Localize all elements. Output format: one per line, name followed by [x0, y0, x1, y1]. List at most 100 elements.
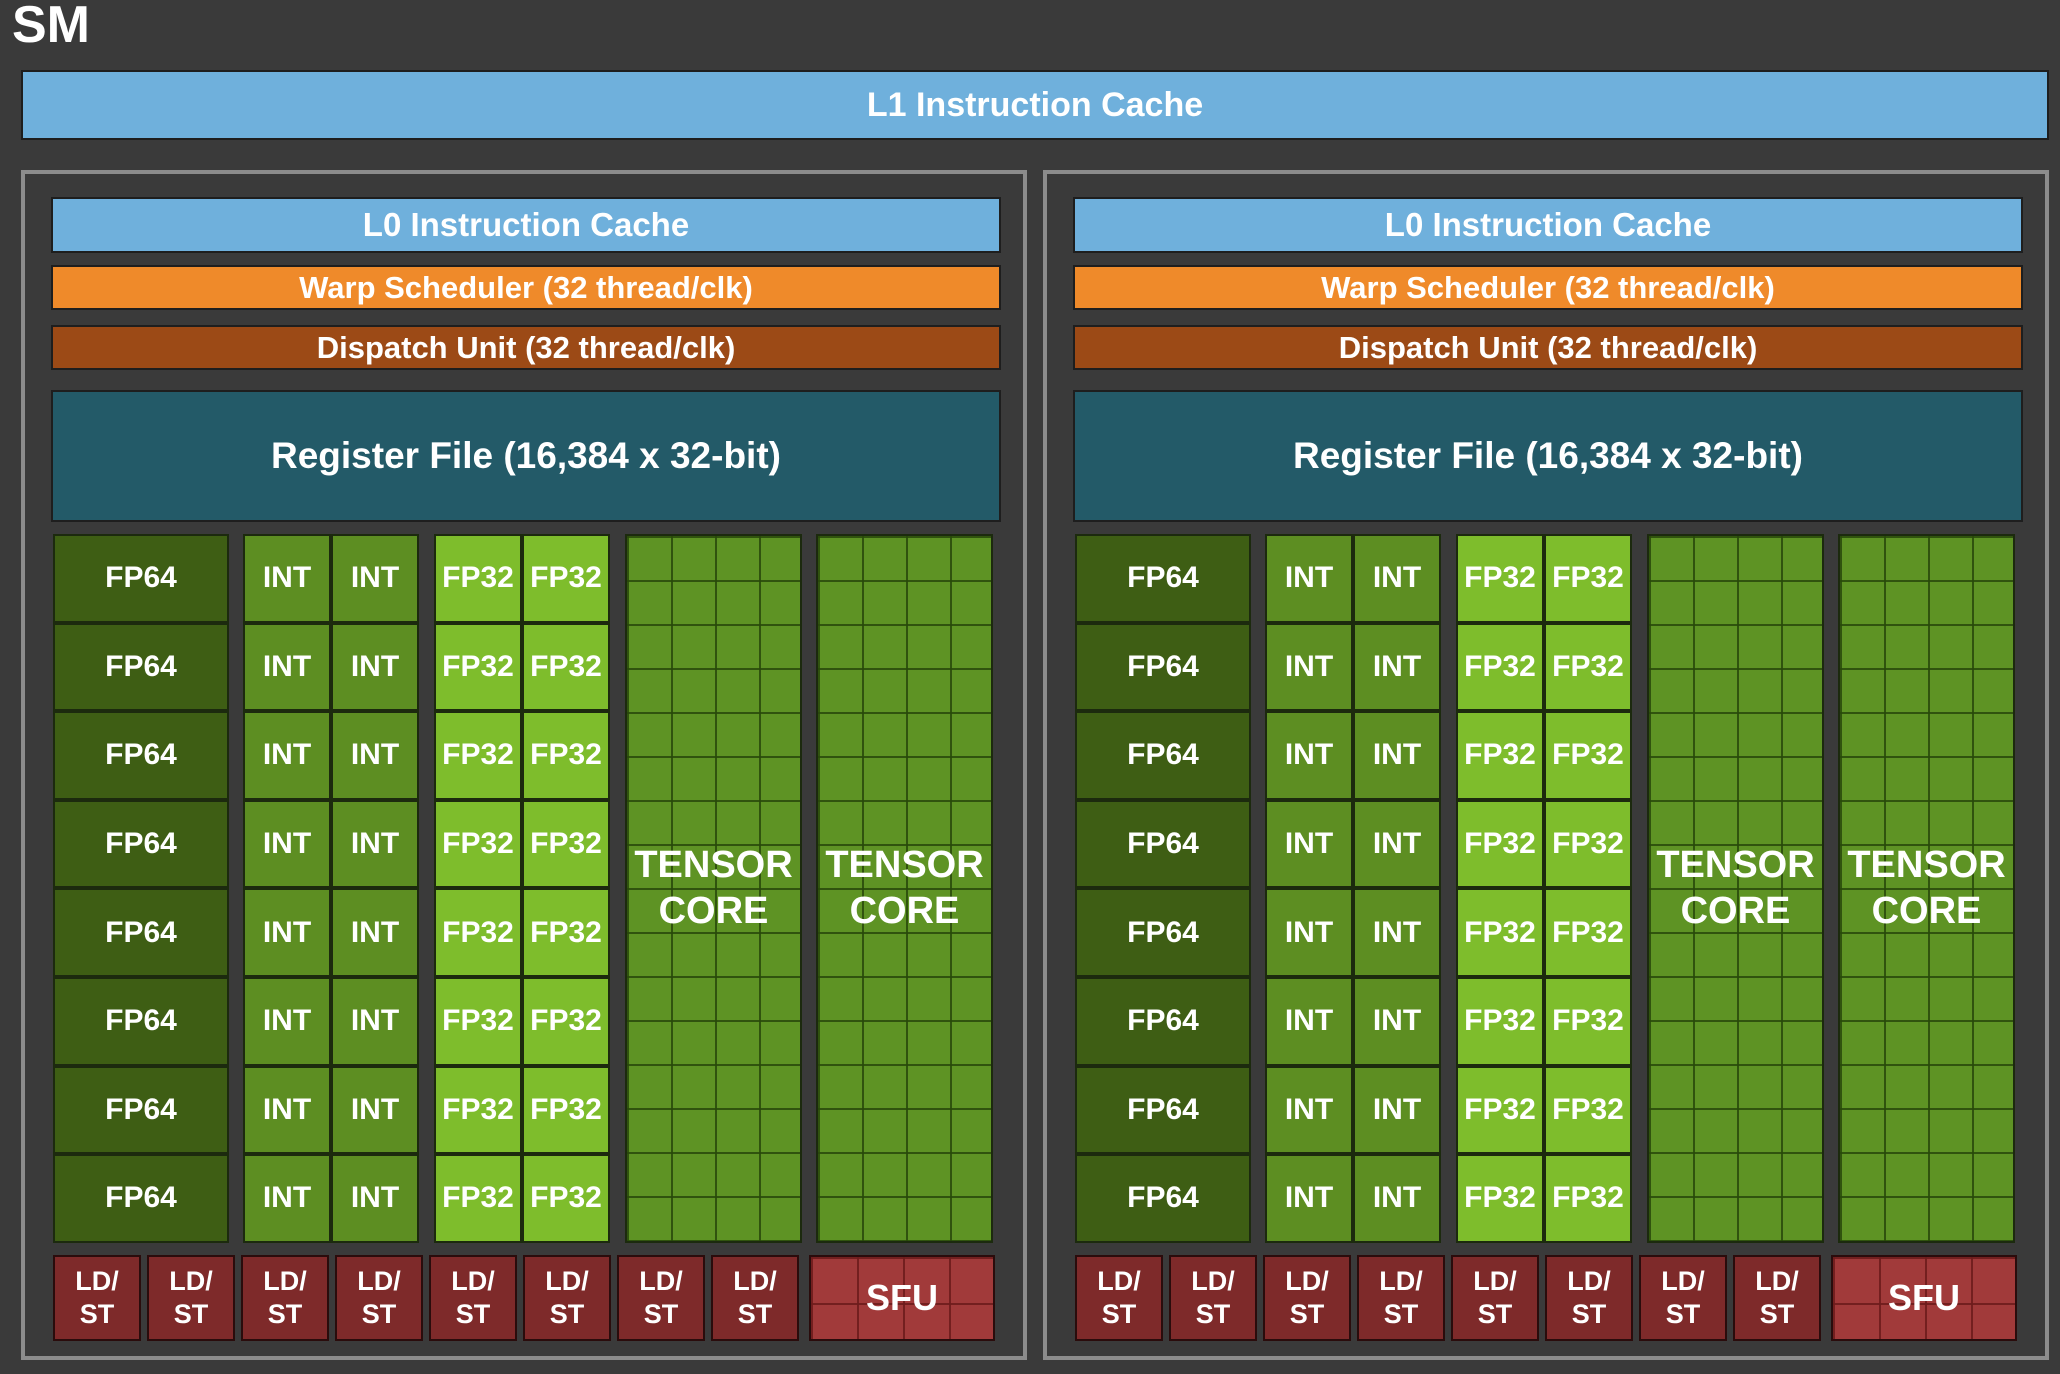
fp32-unit-label: FP32	[442, 1181, 514, 1215]
fp32-unit-label: FP32	[530, 649, 602, 683]
int-unit-label: INT	[1284, 827, 1334, 861]
dispatch-unit-label: Dispatch Unit (32 thread/clk)	[316, 329, 736, 365]
fp32-unit-label: FP32	[442, 915, 514, 949]
ld-st-unit: LD/ST	[617, 1255, 705, 1341]
int-unit-label: INT	[262, 827, 312, 861]
fp64-unit-label: FP64	[105, 1004, 177, 1038]
fp32-unit: FP32	[434, 1154, 522, 1243]
ld-st-label-line1: LD/	[263, 1266, 307, 1296]
ld-st-label-line2: ST	[361, 1299, 397, 1329]
tensor-core-label-line2: CORE	[1871, 890, 1982, 933]
int-unit: INT	[1265, 1065, 1353, 1155]
int-unit-label: INT	[1372, 1092, 1422, 1126]
ld-st-label: LD/ST	[263, 1265, 307, 1331]
int-unit-label: INT	[1372, 915, 1422, 949]
fp64-unit: FP64	[53, 977, 229, 1066]
int-unit: INT	[1353, 888, 1441, 977]
fp32-unit-label: FP32	[442, 649, 514, 683]
fp32-unit: FP32	[522, 534, 610, 623]
fp64-unit: FP64	[53, 1154, 229, 1243]
int-unit-label: INT	[1372, 738, 1422, 772]
tensor-core-label-line2: CORE	[658, 890, 769, 933]
fp32-unit: FP32	[434, 622, 522, 712]
tensor-core-label-line1: TENSOR	[825, 844, 984, 887]
fp64-unit: FP64	[53, 888, 229, 977]
l1-instruction-cache: L1 Instruction Cache	[21, 70, 2049, 140]
ld-st-label-line2: ST	[267, 1299, 303, 1329]
int-unit-label: INT	[262, 1181, 312, 1215]
int-unit: INT	[1265, 977, 1353, 1066]
fp64-unit-label: FP64	[1127, 1004, 1199, 1038]
ld-st-label-line2: ST	[455, 1299, 491, 1329]
fp32-unit: FP32	[1456, 622, 1544, 712]
ld-st-unit: LD/ST	[241, 1255, 329, 1341]
int-unit-label: INT	[1284, 649, 1334, 683]
sm-title: SM	[12, 0, 90, 54]
sfu-unit: SFU	[1831, 1255, 2017, 1341]
int-unit-label: INT	[350, 1004, 400, 1038]
fp32-unit: FP32	[1544, 977, 1632, 1066]
ld-st-label-line1: LD/	[169, 1266, 213, 1296]
ld-st-label: LD/ST	[1567, 1265, 1611, 1331]
fp32-unit: FP32	[1544, 1154, 1632, 1243]
register-file: Register File (16,384 x 32-bit)	[1073, 390, 2023, 522]
ld-st-label: LD/ST	[639, 1265, 683, 1331]
int-unit: INT	[1353, 977, 1441, 1066]
ld-st-label: LD/ST	[1379, 1265, 1423, 1331]
tensor-core-label-line2: CORE	[849, 890, 960, 933]
int-unit: INT	[243, 799, 331, 889]
ld-st-label-line2: ST	[1665, 1299, 1701, 1329]
int-unit-label: INT	[350, 649, 400, 683]
int-unit: INT	[331, 622, 419, 712]
ld-st-label-line2: ST	[173, 1299, 209, 1329]
int-unit: INT	[1353, 711, 1441, 800]
int-unit-label: INT	[350, 738, 400, 772]
fp64-unit-label: FP64	[105, 738, 177, 772]
int-unit: INT	[243, 1154, 331, 1243]
int-unit-label: INT	[350, 1092, 400, 1126]
ld-st-label: LD/ST	[733, 1265, 777, 1331]
dispatch-unit: Dispatch Unit (32 thread/clk)	[51, 325, 1001, 370]
ld-st-unit: LD/ST	[1733, 1255, 1821, 1341]
int-unit-label: INT	[262, 1004, 312, 1038]
fp64-unit: FP64	[1075, 1065, 1251, 1155]
int-unit: INT	[1265, 799, 1353, 889]
fp32-unit-label: FP32	[1464, 649, 1536, 683]
tensor-core-label-line2: CORE	[1680, 890, 1791, 933]
int-unit-label: INT	[350, 915, 400, 949]
tensor-core-label-line1: TENSOR	[634, 844, 793, 887]
int-unit: INT	[243, 1065, 331, 1155]
ld-st-unit: LD/ST	[523, 1255, 611, 1341]
int-unit: INT	[1353, 534, 1441, 623]
tensor-core: TENSOR CORE	[625, 534, 802, 1243]
warp-scheduler-label: Warp Scheduler (32 thread/clk)	[299, 269, 753, 305]
fp32-unit-label: FP32	[1464, 561, 1536, 595]
processing-block-1: L0 Instruction Cache Warp Scheduler (32 t…	[21, 170, 1027, 1360]
fp32-unit: FP32	[522, 977, 610, 1066]
ld-st-label-line1: LD/	[1567, 1266, 1611, 1296]
tensor-core: TENSOR CORE	[1647, 534, 1824, 1243]
ld-st-label-line2: ST	[643, 1299, 679, 1329]
int-unit: INT	[243, 534, 331, 623]
fp32-unit-label: FP32	[1552, 827, 1624, 861]
ld-st-unit: LD/ST	[1075, 1255, 1163, 1341]
fp32-unit: FP32	[1544, 1065, 1632, 1155]
fp64-unit: FP64	[1075, 977, 1251, 1066]
fp32-unit-label: FP32	[1464, 915, 1536, 949]
processing-block-2: L0 Instruction Cache Warp Scheduler (32 t…	[1043, 170, 2049, 1360]
ld-st-label-line2: ST	[1383, 1299, 1419, 1329]
ld-st-unit: LD/ST	[711, 1255, 799, 1341]
fp64-unit-label: FP64	[105, 561, 177, 595]
fp32-unit-label: FP32	[1552, 1004, 1624, 1038]
fp64-unit-label: FP64	[105, 1092, 177, 1126]
tensor-core-label: TENSOR CORE	[1847, 842, 2005, 934]
dispatch-unit-label: Dispatch Unit (32 thread/clk)	[1338, 329, 1758, 365]
fp64-unit: FP64	[1075, 622, 1251, 712]
ld-st-label-line1: LD/	[1379, 1266, 1423, 1296]
fp64-unit: FP64	[53, 534, 229, 623]
int-unit-label: INT	[262, 915, 312, 949]
fp32-unit: FP32	[1544, 711, 1632, 800]
int-unit: INT	[1353, 1154, 1441, 1243]
fp32-unit-label: FP32	[442, 1092, 514, 1126]
int-unit: INT	[243, 888, 331, 977]
